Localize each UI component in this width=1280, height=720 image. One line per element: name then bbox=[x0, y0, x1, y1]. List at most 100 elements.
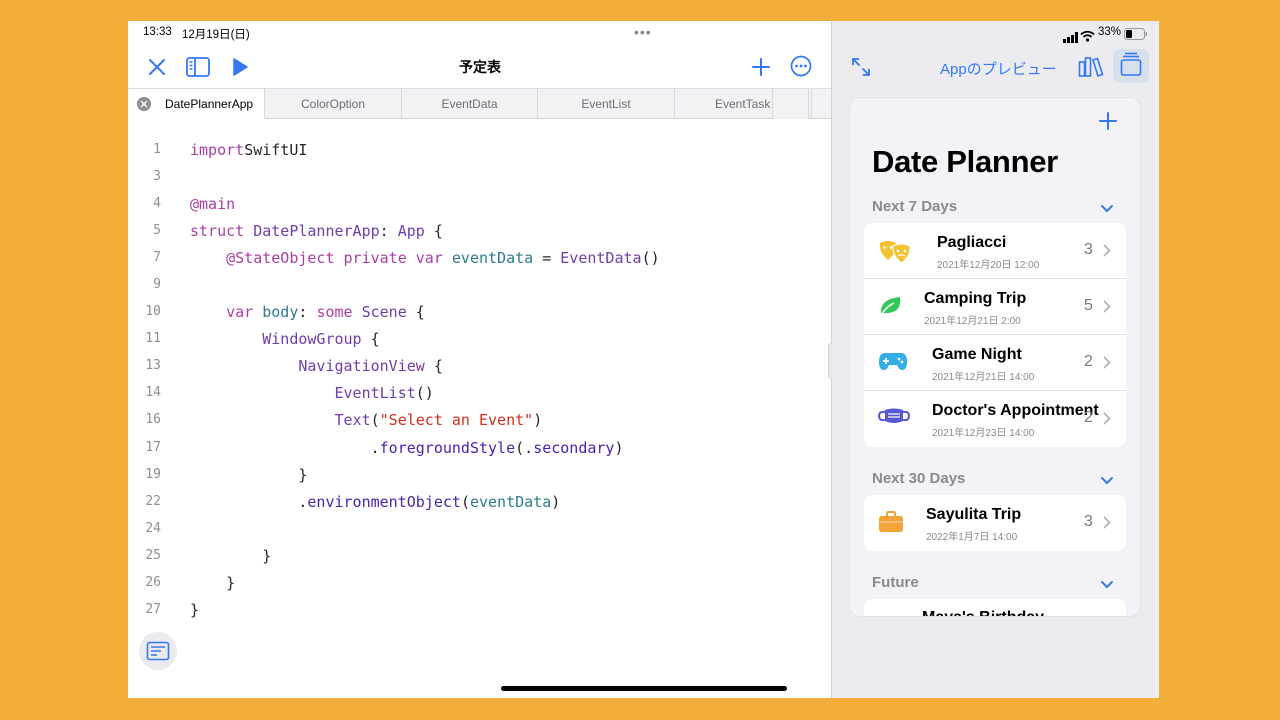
stacked-windows-icon bbox=[1120, 52, 1142, 76]
code-token: : bbox=[298, 303, 317, 321]
home-indicator bbox=[501, 686, 787, 691]
tab-eventlist[interactable]: EventList bbox=[538, 89, 675, 119]
task-count: 2 bbox=[1084, 353, 1093, 370]
event-group: Sayulita Trip 2022年1月7日 14:00 3 bbox=[864, 495, 1126, 551]
code-token: } bbox=[190, 574, 236, 592]
event-group: Pagliacci 2021年12月20日 12:00 3 Camping Trip 2… bbox=[864, 223, 1126, 447]
event-title: Doctor's Appointment bbox=[932, 402, 1099, 419]
line-number: 26 bbox=[145, 575, 161, 590]
event-row[interactable]: Doctor's Appointment 2021年12月23日 14:00 2 bbox=[864, 391, 1126, 447]
line-number: 7 bbox=[153, 250, 161, 265]
event-title: Camping Trip bbox=[924, 290, 1027, 307]
code-token: struct bbox=[190, 222, 245, 240]
line-number: 4 bbox=[153, 196, 161, 211]
code-token: . bbox=[190, 439, 380, 457]
add-event-icon[interactable] bbox=[1099, 112, 1117, 135]
documentation-button[interactable] bbox=[139, 632, 177, 670]
code-token: some bbox=[316, 303, 353, 321]
event-title: Pagliacci bbox=[937, 234, 1007, 251]
event-date: 2021年12月20日 12:00 bbox=[937, 260, 1040, 271]
chevron-right-icon bbox=[1103, 244, 1111, 262]
code-text: NavigationView { bbox=[190, 356, 443, 376]
tab-close-icon[interactable] bbox=[137, 97, 151, 111]
close-icon[interactable] bbox=[148, 58, 166, 81]
code-token: ) bbox=[551, 493, 561, 511]
task-count: 5 bbox=[1084, 297, 1093, 314]
code-text: .environmentObject(eventData) bbox=[190, 492, 560, 512]
event-title: Maya's Birthday bbox=[922, 609, 1044, 616]
code-token: body bbox=[262, 303, 299, 321]
suitcase-icon bbox=[878, 511, 904, 538]
code-text: } bbox=[190, 600, 199, 620]
code-token: ( bbox=[370, 411, 380, 429]
section-header[interactable]: Future bbox=[872, 574, 919, 591]
library-books-icon[interactable] bbox=[1078, 54, 1104, 83]
code-token: WindowGroup bbox=[262, 330, 362, 348]
code-text: } bbox=[190, 546, 271, 566]
event-row[interactable]: Game Night 2021年12月21日 14:00 2 bbox=[864, 335, 1126, 391]
preview-stack-button[interactable] bbox=[1113, 49, 1149, 83]
code-token: foregroundStyle bbox=[379, 439, 516, 457]
code-token: = bbox=[533, 249, 561, 267]
multitasking-dots[interactable]: ••• bbox=[634, 24, 652, 40]
code-token: . bbox=[190, 493, 308, 511]
chevron-down-icon[interactable] bbox=[1100, 201, 1114, 219]
tab-eventdata[interactable]: EventData bbox=[402, 89, 538, 119]
code-token: (. bbox=[515, 439, 534, 457]
run-play-icon[interactable] bbox=[232, 57, 248, 82]
line-number: 13 bbox=[145, 358, 161, 373]
chevron-down-icon[interactable] bbox=[1100, 473, 1114, 491]
chevron-right-icon bbox=[1103, 356, 1111, 374]
line-number: 27 bbox=[145, 602, 161, 617]
line-number: 11 bbox=[145, 331, 161, 346]
document-title: 予定表 bbox=[459, 59, 501, 75]
add-plus-icon[interactable] bbox=[751, 57, 771, 82]
code-token: App bbox=[397, 222, 425, 240]
code-token: DatePlannerApp bbox=[253, 222, 380, 240]
tab-label: DatePlannerApp bbox=[165, 97, 254, 111]
code-token: @main bbox=[190, 195, 236, 213]
line-number: 9 bbox=[153, 277, 161, 292]
code-text: struct DatePlannerApp: App { bbox=[190, 221, 443, 241]
event-row[interactable]: Maya's Birthday bbox=[864, 599, 1126, 616]
event-row[interactable]: Pagliacci 2021年12月20日 12:00 3 bbox=[864, 223, 1126, 279]
code-token: } bbox=[190, 547, 272, 565]
tab-dateplannerapp[interactable]: DatePlannerApp bbox=[128, 89, 265, 119]
section-header[interactable]: Next 7 Days bbox=[872, 198, 957, 215]
wifi-icon bbox=[1080, 29, 1095, 47]
code-token: ) bbox=[614, 439, 624, 457]
task-count: 3 bbox=[1084, 241, 1093, 258]
more-options-icon[interactable] bbox=[790, 55, 812, 82]
code-token: ( bbox=[460, 493, 470, 511]
code-text: Text("Select an Event") bbox=[190, 410, 543, 430]
line-number: 17 bbox=[145, 440, 161, 455]
event-row[interactable]: Sayulita Trip 2022年1月7日 14:00 3 bbox=[864, 495, 1126, 551]
code-text: } bbox=[190, 465, 307, 485]
code-token: { bbox=[406, 303, 425, 321]
battery-icon bbox=[1124, 27, 1148, 45]
code-token: var bbox=[226, 303, 254, 321]
line-number: 1 bbox=[153, 142, 161, 157]
code-text: @main bbox=[190, 194, 235, 214]
event-date: 2021年12月21日 2:00 bbox=[924, 316, 1021, 327]
code-token: NavigationView bbox=[298, 357, 425, 375]
code-token: } bbox=[190, 466, 308, 484]
line-number: 24 bbox=[145, 521, 161, 536]
tab-overflow[interactable] bbox=[772, 89, 809, 119]
chevron-right-icon bbox=[1103, 300, 1111, 318]
section-header[interactable]: Next 30 Days bbox=[872, 470, 965, 487]
expand-arrows-icon[interactable] bbox=[851, 57, 871, 82]
event-row[interactable]: Camping Trip 2021年12月21日 2:00 5 bbox=[864, 279, 1126, 335]
theater-masks-icon bbox=[878, 239, 912, 270]
tab-coloroption[interactable]: ColorOption bbox=[265, 89, 402, 119]
chevron-down-icon[interactable] bbox=[1100, 577, 1114, 595]
event-date: 2022年1月7日 14:00 bbox=[926, 532, 1018, 543]
app-preview-title[interactable]: Appのプレビュー bbox=[940, 58, 1057, 79]
sidebar-toggle-icon[interactable] bbox=[186, 57, 210, 82]
